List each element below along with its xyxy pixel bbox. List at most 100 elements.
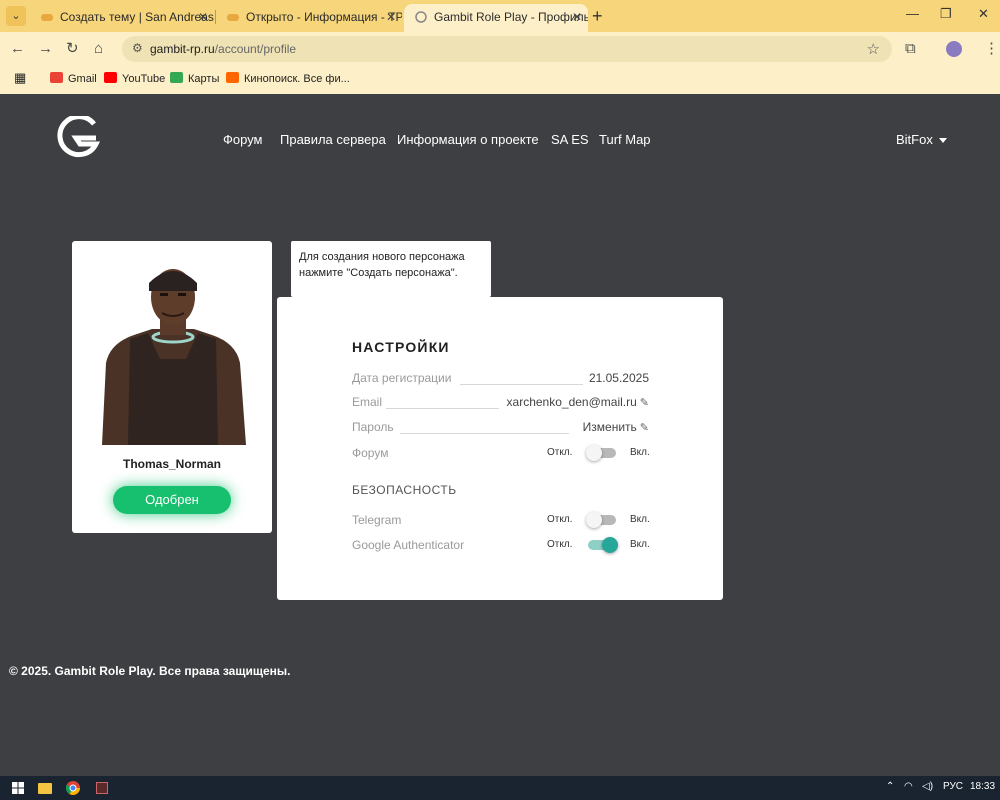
hint-line-2: нажмите "Создать персонажа". (299, 267, 458, 279)
browser-tab-3-active[interactable]: Gambit Role Play - Профиль U ✕ (404, 4, 588, 32)
off-label: Откл. (547, 514, 573, 525)
bookmarks-bar: ▦ Gmail YouTube Карты Кинопоиск. Все фи.… (0, 66, 1000, 94)
chrome-icon[interactable] (66, 781, 80, 795)
off-label: Откл. (547, 447, 573, 458)
password-row: Пароль Изменить ✎ (352, 420, 649, 438)
bookmark-maps[interactable]: Карты (170, 72, 219, 85)
change-password-link[interactable]: Изменить ✎ (578, 420, 649, 434)
edit-email-pencil-icon[interactable]: ✎ (640, 396, 649, 409)
back-icon[interactable]: ← (10, 40, 25, 58)
google-auth-toggle[interactable] (588, 537, 618, 553)
registration-date-label: Дата регистрации (352, 371, 452, 385)
browser-tab-2[interactable]: Открыто - Информация - ТРЕБ ✕ (216, 4, 402, 32)
character-name: Thomas_Norman (122, 457, 222, 471)
edit-password-pencil-icon: ✎ (639, 422, 649, 434)
registration-date-row: Дата регистрации 21.05.2025 (352, 371, 649, 389)
close-tab-icon[interactable]: ✕ (198, 4, 208, 30)
kinopoisk-icon (226, 72, 239, 83)
wifi-icon[interactable]: ◠ (904, 781, 913, 792)
site-info-icon[interactable]: ⚙ (132, 41, 143, 55)
telegram-toggle-row: Telegram Откл. Вкл. (352, 512, 650, 531)
off-label: Откл. (547, 539, 573, 550)
os-taskbar: ⌃ ◠ ◁) РУС 18:33 (0, 776, 1000, 800)
email-row: Email xarchenko_den@mail.ru ✎ (352, 395, 649, 413)
telegram-toggle[interactable] (586, 512, 616, 528)
on-label: Вкл. (630, 447, 650, 458)
google-auth-label: Google Authenticator (352, 538, 465, 552)
registration-date-value: 21.05.2025 (584, 371, 649, 385)
url-host: gambit-rp.ru (150, 42, 215, 56)
character-skin-image (102, 269, 246, 445)
toggle-knob (586, 512, 602, 528)
forum-toggle-row: Форум Откл. Вкл. (352, 445, 650, 464)
create-character-hint: Для создания нового персонажа нажмите "С… (291, 241, 491, 297)
tab-title: Gambit Role Play - Профиль U (434, 10, 588, 24)
extensions-icon[interactable]: ⧉ (905, 40, 916, 58)
reload-icon[interactable]: ↻ (66, 40, 79, 58)
hint-line-1: Для создания нового персонажа (299, 251, 465, 263)
apps-grid-icon[interactable]: ▦ (14, 70, 26, 86)
dotted-leader (460, 384, 583, 385)
url-path: /account/profile (214, 42, 297, 56)
close-tab-icon[interactable]: ✕ (386, 4, 396, 30)
volume-icon[interactable]: ◁) (922, 781, 933, 792)
email-value-group: xarchenko_den@mail.ru ✎ (502, 395, 649, 409)
bookmark-kinopoisk[interactable]: Кинопоиск. Все фи... (226, 72, 350, 85)
page-favicon-icon (415, 11, 427, 23)
on-label: Вкл. (630, 514, 650, 525)
on-label: Вкл. (630, 539, 650, 550)
bookmark-label: Карты (188, 73, 220, 85)
nav-sa-es[interactable]: SA ES (551, 132, 589, 147)
youtube-icon (104, 72, 117, 83)
address-bar[interactable]: ⚙ gambit-rp.ru/account/profile ☆ (122, 36, 892, 62)
email-value: xarchenko_den@mail.ru (506, 395, 637, 409)
change-password-text: Изменить (582, 420, 637, 434)
close-tab-icon[interactable]: ✕ (572, 4, 582, 30)
gambit-logo[interactable] (54, 116, 100, 162)
browser-tab-bar: ⌄ Создать тему | San Andreas Em ✕ Открыт… (0, 0, 1000, 32)
toggle-knob (602, 537, 618, 553)
file-explorer-icon[interactable] (38, 783, 52, 794)
profile-avatar[interactable] (946, 41, 962, 57)
caret-down-icon (938, 138, 947, 143)
security-title: БЕЗОПАСНОСТЬ (352, 483, 457, 497)
user-menu[interactable]: BitFox (896, 132, 947, 147)
nav-turf-map[interactable]: Turf Map (599, 132, 651, 147)
url-text: gambit-rp.ru/account/profile (150, 42, 296, 56)
tab-title: Открыто - Информация - ТРЕБ (246, 10, 402, 24)
settings-title: НАСТРОЙКИ (352, 339, 450, 355)
tab-search-chevron-icon[interactable]: ⌄ (6, 6, 26, 26)
bookmark-label: YouTube (122, 73, 166, 85)
nav-project-info[interactable]: Информация о проекте (397, 132, 539, 147)
maps-icon (170, 72, 183, 83)
window-close-icon[interactable]: ✕ (978, 6, 989, 22)
home-icon[interactable]: ⌂ (94, 40, 103, 58)
forward-icon[interactable]: → (38, 40, 53, 58)
forum-toggle[interactable] (586, 445, 616, 461)
tab-title: Создать тему | San Andreas Em (60, 10, 214, 24)
bookmark-gmail[interactable]: Gmail (50, 72, 97, 85)
language-indicator[interactable]: РУС (943, 781, 963, 792)
approved-status-button[interactable]: Одобрен (113, 486, 231, 514)
browser-menu-icon[interactable]: ⋮ (984, 40, 999, 58)
character-card: Thomas_Norman Одобрен (72, 241, 272, 533)
game-app-icon[interactable] (96, 782, 108, 794)
new-tab-icon[interactable]: + (592, 6, 603, 26)
bookmark-label: Gmail (68, 73, 97, 85)
nav-server-rules[interactable]: Правила сервера (280, 132, 386, 147)
minimize-icon[interactable]: — (906, 6, 919, 21)
bookmark-youtube[interactable]: YouTube (104, 72, 165, 85)
restore-icon[interactable]: ❐ (940, 6, 952, 22)
browser-tab-1[interactable]: Создать тему | San Andreas Em ✕ (30, 4, 214, 32)
telegram-label: Telegram (352, 513, 402, 527)
nav-forum[interactable]: Форум (223, 132, 263, 147)
clock[interactable]: 18:33 (970, 781, 995, 792)
footer-copyright: © 2025. Gambit Role Play. Все права защи… (9, 664, 291, 678)
gamepad-icon (227, 14, 239, 21)
tray-chevron-icon[interactable]: ⌃ (886, 781, 894, 792)
windows-start-icon[interactable] (12, 782, 24, 794)
forum-label: Форум (352, 446, 389, 460)
bookmark-star-icon[interactable]: ☆ (867, 40, 880, 58)
browser-toolbar: ← → ↻ ⌂ ⚙ gambit-rp.ru/account/profile ☆… (0, 32, 1000, 66)
bookmark-label: Кинопоиск. Все фи... (244, 73, 350, 85)
